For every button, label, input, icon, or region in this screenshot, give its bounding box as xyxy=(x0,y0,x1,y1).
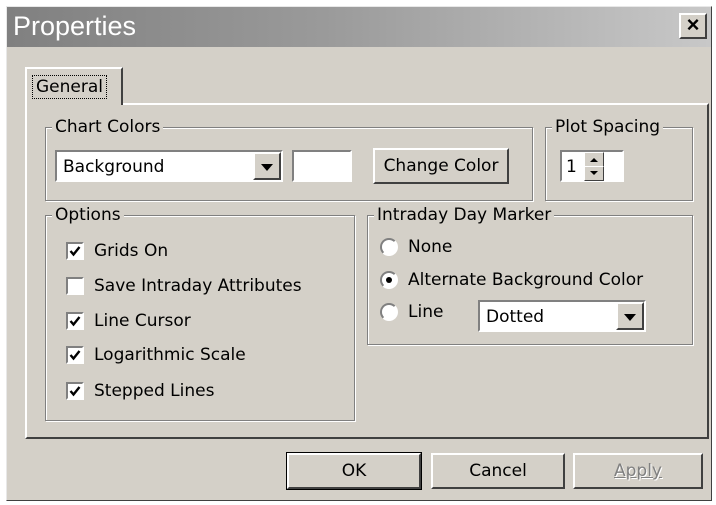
check-icon xyxy=(69,386,81,397)
stepped-lines-label: Stepped Lines xyxy=(94,381,215,401)
none-label: None xyxy=(408,237,453,257)
grids-on-label: Grids On xyxy=(94,241,169,261)
arrow-up-icon xyxy=(590,158,598,162)
title-bar[interactable]: Properties × xyxy=(7,7,711,47)
apply-button[interactable]: Apply xyxy=(573,453,703,489)
line-cursor-checkbox[interactable] xyxy=(66,312,84,330)
chart-colors-legend: Chart Colors xyxy=(52,116,164,138)
chart-element-dropdown-button[interactable] xyxy=(253,152,281,180)
plot-spacing-group: Plot Spacing 1 xyxy=(545,116,693,201)
chevron-down-icon xyxy=(261,164,273,171)
change-color-button[interactable]: Change Color xyxy=(373,148,509,184)
plot-spacing-legend: Plot Spacing xyxy=(552,116,664,138)
plot-spacing-value: 1 xyxy=(566,157,577,177)
tab-general[interactable]: General xyxy=(25,67,123,105)
intraday-day-marker-group: Intraday Day Marker None Alternate Backg… xyxy=(367,204,693,345)
properties-dialog: Properties × General Chart Colors Backgr… xyxy=(6,6,712,501)
line-cursor-label: Line Cursor xyxy=(94,311,191,331)
check-icon xyxy=(69,316,81,327)
save-intraday-attributes-checkbox[interactable] xyxy=(66,277,84,295)
intraday-day-marker-legend: Intraday Day Marker xyxy=(374,204,555,226)
chart-element-value: Background xyxy=(63,157,165,177)
grids-on-checkbox[interactable] xyxy=(66,242,84,260)
color-swatch xyxy=(292,150,352,182)
chart-element-select[interactable]: Background xyxy=(55,150,283,182)
cancel-button[interactable]: Cancel xyxy=(431,453,565,489)
tab-general-label: General xyxy=(32,75,107,99)
plot-spacing-spin-buttons xyxy=(584,152,604,181)
line-style-dropdown-button[interactable] xyxy=(616,302,644,330)
plot-spacing-spinner[interactable]: 1 xyxy=(560,150,624,182)
chart-colors-group: Chart Colors Background Change Color xyxy=(45,116,533,201)
chevron-down-icon xyxy=(624,314,636,321)
spin-up-button[interactable] xyxy=(584,152,604,167)
logarithmic-scale-label: Logarithmic Scale xyxy=(94,345,246,365)
close-button[interactable]: × xyxy=(679,13,707,39)
close-icon: × xyxy=(686,12,700,37)
apply-label: Apply xyxy=(614,461,662,481)
check-icon xyxy=(69,246,81,257)
ok-button[interactable]: OK xyxy=(286,452,422,490)
tab-panel-general: Chart Colors Background Change Color Plo… xyxy=(25,103,709,439)
spin-down-button[interactable] xyxy=(584,166,604,181)
save-intraday-attributes-label: Save Intraday Attributes xyxy=(94,276,302,296)
check-icon xyxy=(69,350,81,361)
line-radio[interactable] xyxy=(380,303,398,321)
logarithmic-scale-checkbox[interactable] xyxy=(66,346,84,364)
line-style-value: Dotted xyxy=(486,307,545,327)
none-radio[interactable] xyxy=(380,238,398,256)
stepped-lines-checkbox[interactable] xyxy=(66,382,84,400)
window-title: Properties xyxy=(13,11,137,41)
options-legend: Options xyxy=(52,204,124,226)
line-style-select[interactable]: Dotted xyxy=(478,300,646,332)
options-group: Options Grids On Save Intraday Attribute… xyxy=(45,204,355,421)
line-label: Line xyxy=(408,302,444,322)
alternate-background-color-radio[interactable] xyxy=(380,271,398,289)
arrow-down-icon xyxy=(590,171,598,175)
alternate-background-color-label: Alternate Background Color xyxy=(408,270,644,290)
